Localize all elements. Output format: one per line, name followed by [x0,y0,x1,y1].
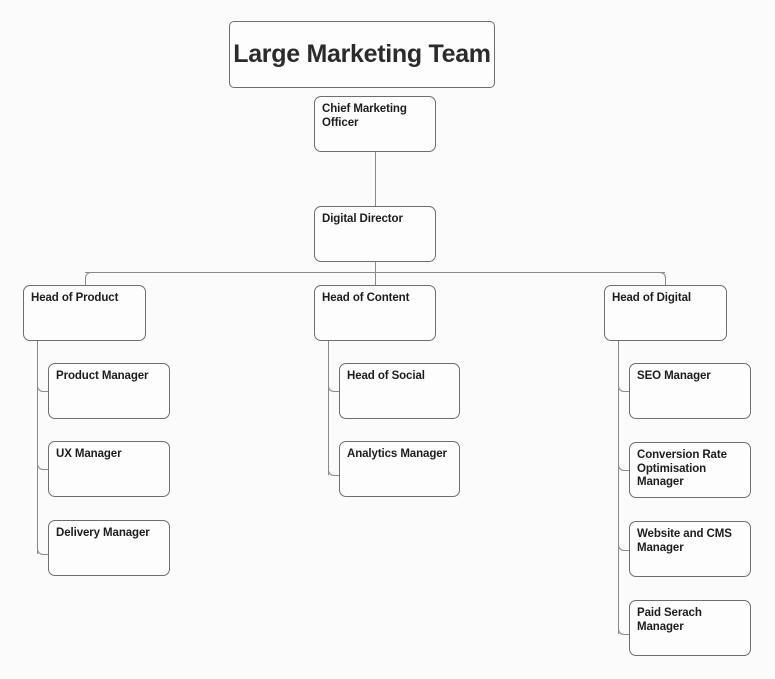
node-paid-search-manager[interactable]: Paid Serach Manager [629,600,751,656]
node-label-head-of-product: Head of Product [31,292,119,304]
node-label-digital-director: Digital Director [322,213,403,225]
node-label-product-manager: Product Manager [56,370,149,382]
connector-bus-to-head-of-product [85,272,92,286]
chart-title-text: Large Marketing Team [233,40,491,68]
node-chief-marketing-officer[interactable]: Chief Marketing Officer [314,96,436,152]
node-analytics-manager[interactable]: Analytics Manager [339,441,460,497]
node-delivery-manager[interactable]: Delivery Manager [48,520,170,576]
node-head-of-social[interactable]: Head of Social [339,363,460,419]
node-label-paid-search-manager: Paid Serach Manager [637,607,702,633]
chart-title-box: Large Marketing Team [229,21,495,88]
node-head-of-product[interactable]: Head of Product [23,285,146,341]
node-label-head-of-social: Head of Social [347,370,425,382]
node-label-head-of-content: Head of Content [322,292,410,304]
node-label-ux-manager: UX Manager [56,448,122,460]
node-head-of-digital[interactable]: Head of Digital [604,285,727,341]
node-head-of-content[interactable]: Head of Content [314,285,436,341]
connector-bus-to-head-of-digital [659,272,666,286]
node-label-analytics-manager: Analytics Manager [347,448,447,460]
node-website-and-cms-manager[interactable]: Website and CMS Manager [629,521,751,577]
connector-cmo-to-digital-director [375,152,376,206]
node-label-seo-manager: SEO Manager [637,370,711,382]
org-chart-canvas: Large Marketing Team Chief Marketing Off… [0,0,775,679]
node-label-head-of-digital: Head of Digital [612,292,692,304]
node-label-conversion-rate-optimisation-manager: Conversion Rate Optimisation Manager [637,449,727,488]
node-digital-director[interactable]: Digital Director [314,206,436,262]
node-label-delivery-manager: Delivery Manager [56,527,150,539]
connector-bus-to-head-of-content [375,272,376,285]
node-label-website-and-cms-manager: Website and CMS Manager [637,528,732,554]
node-label-chief-marketing-officer: Chief Marketing Officer [322,103,407,129]
node-ux-manager[interactable]: UX Manager [48,441,170,497]
node-product-manager[interactable]: Product Manager [48,363,170,419]
node-conversion-rate-optimisation-manager[interactable]: Conversion Rate Optimisation Manager [629,442,751,498]
node-seo-manager[interactable]: SEO Manager [629,363,751,419]
